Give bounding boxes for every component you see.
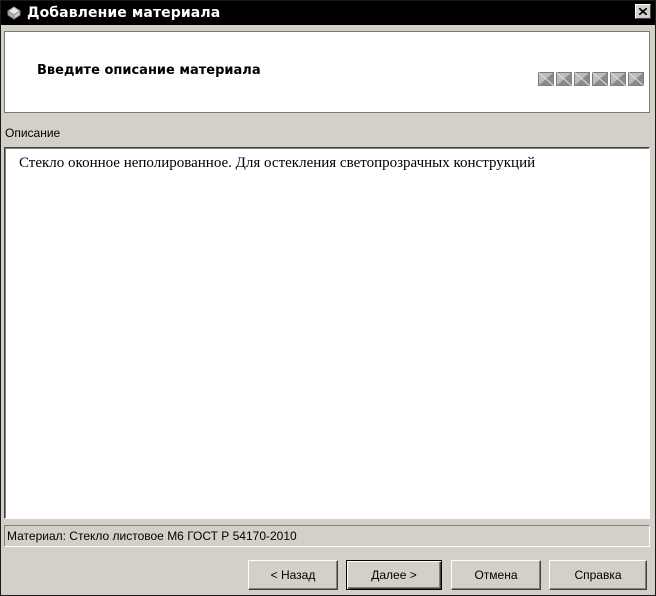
header-prompt: Введите описание материала (37, 63, 261, 78)
next-button[interactable]: Далее > (346, 560, 442, 590)
cancel-button[interactable]: Отмена (451, 560, 541, 590)
close-icon (639, 8, 647, 15)
step-icon (556, 72, 572, 86)
close-button[interactable] (635, 4, 651, 19)
step-icon (610, 72, 626, 86)
material-icon (6, 5, 22, 21)
description-label: Описание (5, 126, 61, 140)
back-button[interactable]: < Назад (248, 560, 338, 590)
step-icon (574, 72, 590, 86)
window-title: Добавление материала (27, 5, 221, 21)
step-icon (592, 72, 608, 86)
step-icon (538, 72, 554, 86)
help-button[interactable]: Справка (549, 560, 647, 590)
step-icon (628, 72, 644, 86)
status-bar: Материал: Стекло листовое М6 ГОСТ Р 5417… (4, 525, 650, 547)
description-text: Стекло оконное неполированное. Для остек… (19, 155, 536, 171)
add-material-dialog: Добавление материала Введите описание ма… (0, 0, 656, 596)
status-text: Материал: Стекло листовое М6 ГОСТ Р 5417… (7, 529, 297, 543)
wizard-steps (538, 72, 644, 86)
wizard-header: Введите описание материала (4, 31, 650, 113)
title-bar[interactable]: Добавление материала (1, 1, 655, 25)
description-textarea[interactable]: Стекло оконное неполированное. Для остек… (4, 147, 650, 519)
